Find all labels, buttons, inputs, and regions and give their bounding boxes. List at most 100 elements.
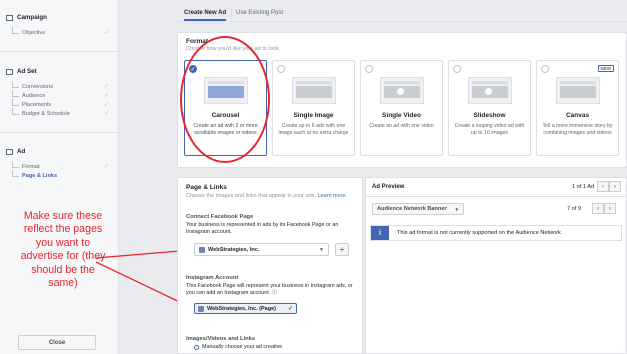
sidebar-group-ad[interactable]: Ad [6,148,25,155]
tab-divider [231,9,232,18]
prev-arrow-icon[interactable]: ‹ [597,181,609,192]
sidebar-item-format[interactable]: Format ✓ [12,161,109,171]
placement-nav: ‹ › [592,203,616,214]
format-option-slideshow[interactable]: Slideshow Create a looping video ad with… [448,60,531,156]
page-icon [198,305,204,312]
ad-icon [6,148,13,155]
format-option-name: Slideshow [473,112,506,119]
radio-button[interactable] [541,65,549,73]
sidebar-item-label: Objective [22,29,46,36]
info-icon[interactable]: ⓘ [272,290,277,296]
radio-button[interactable] [453,65,461,73]
instagram-account-section: Instagram Account This Facebook Page wil… [186,275,356,297]
format-title: Format [186,38,209,45]
connect-page-text: Your business is represented in ads by i… [186,222,339,236]
divider [0,132,118,133]
format-option-name: Single Video [382,112,421,119]
placement-label: Audience Network Banner [377,206,447,212]
connect-facebook-page-section: Connect Facebook Page Your business is r… [186,214,356,236]
next-arrow-icon[interactable]: › [604,203,616,214]
sidebar-item-label: Format [22,163,40,170]
prev-arrow-icon[interactable]: ‹ [592,203,604,214]
placement-count: 7 of 9 [567,206,581,212]
play-icon [397,88,404,95]
format-option-desc: Create a looping video ad with up to 10 … [454,123,525,136]
format-option-name: Single Image [293,112,334,119]
format-option-name: Canvas [565,112,590,119]
add-page-button[interactable]: + [335,243,349,256]
video-thumbnail [380,77,424,104]
tab-create-new-ad[interactable]: Create New Ad [184,7,227,21]
format-option-canvas[interactable]: NEW Canvas Tell a more immersive story b… [536,60,619,156]
new-badge: NEW [597,65,614,72]
instagram-selected-label: WebStrategies, Inc. (Page) [207,305,276,312]
sidebar-item-label: Page & Links [22,172,58,179]
format-option-single-image[interactable]: Single Image Create up to 6 ads with one… [272,60,355,156]
sidebar-item-label: Conversions [22,83,54,90]
sidebar-item-conversions[interactable]: Conversions ✓ [12,81,109,91]
format-option-name: Carousel [211,112,240,119]
check-icon: ✓ [103,164,109,170]
learn-more-link[interactable]: Learn more. [317,193,347,199]
sidebar-group-label: Ad Set [17,68,37,75]
check-icon: ✓ [103,84,109,90]
close-button[interactable]: Close [18,335,96,350]
tree-connector [12,108,19,115]
ad-preview-title: Ad Preview [372,184,405,190]
ad-source-tabs: Create New Ad Use Existing Post [177,5,627,22]
instagram-text: This Facebook Page will represent your b… [186,283,353,297]
divider [366,196,626,197]
format-option-desc: Create an ad with one video [369,123,434,129]
selected-page-label: WebStrategies, Inc. [208,246,260,253]
radio-button[interactable] [365,65,373,73]
tree-connector [12,99,19,106]
sidebar-group-label: Ad [17,148,26,155]
sidebar-group-label: Campaign [17,14,47,21]
next-arrow-icon[interactable]: › [609,181,621,192]
format-option-single-video[interactable]: Single Video Create an ad with one video [360,60,443,156]
sidebar-item-label: Placements [22,101,52,108]
instagram-account-select[interactable]: WebStrategies, Inc. (Page) ✓ [194,303,297,314]
placement-dropdown[interactable]: Audience Network Banner ▼ [372,203,464,215]
left-sidebar: Campaign Objective ✓ Ad Set Conversions … [0,0,119,354]
check-icon: ✓ [189,65,197,73]
divider [0,51,118,52]
sidebar-item-placements[interactable]: Placements ✓ [12,99,109,109]
tab-use-existing-post[interactable]: Use Existing Post [236,7,283,19]
check-icon: ✓ [287,306,293,312]
page-icon [199,246,205,253]
sidebar-group-campaign[interactable]: Campaign [6,14,47,21]
format-option-desc: Tell a more immersive story by combining… [542,123,613,136]
images-links-heading: Images/Videos and Links [186,336,256,342]
info-text: This ad format is not currently supporte… [397,230,561,236]
radio-button[interactable] [194,344,199,350]
sidebar-item-objective[interactable]: Objective ✓ [12,27,109,37]
format-option-carousel[interactable]: ✓ Carousel Create an ad with 2 or more s… [184,60,267,156]
tree-connector [12,170,19,177]
sidebar-item-label: Audience [22,92,46,99]
sidebar-item-audience[interactable]: Audience ✓ [12,90,109,100]
ad-count: 1 of 1 Ad [572,184,595,190]
annotation-text: Make sure these reflect the pages you wa… [20,210,106,290]
sidebar-item-budget-schedule[interactable]: Budget & Schedule ✓ [12,108,109,118]
sidebar-item-label: Budget & Schedule [22,110,70,117]
check-icon: ✓ [103,102,109,108]
play-icon [485,88,492,95]
manual-creative-option[interactable]: Manually choose your ad creative [194,344,282,350]
page-links-panel: Page & Links Choose the images and links… [177,177,363,354]
slideshow-thumbnail [468,77,512,104]
chevron-down-icon: ▼ [319,246,324,253]
page-links-title: Page & Links [186,184,227,191]
radio-button[interactable] [277,65,285,73]
instagram-heading: Instagram Account [186,275,239,281]
sidebar-group-adset[interactable]: Ad Set [6,68,37,75]
ad-preview-panel: Ad Preview 1 of 1 Ad ‹ › Audience Networ… [365,177,627,354]
tree-connector [12,27,19,34]
sidebar-item-page-links[interactable]: Page & Links [12,170,109,180]
tree-connector [12,161,19,168]
check-icon: ✓ [103,30,109,36]
tree-connector [12,90,19,97]
facebook-page-select[interactable]: WebStrategies, Inc. ▼ [194,243,329,256]
image-thumbnail [292,77,336,104]
info-banner: i This ad format is not currently suppor… [370,225,622,241]
